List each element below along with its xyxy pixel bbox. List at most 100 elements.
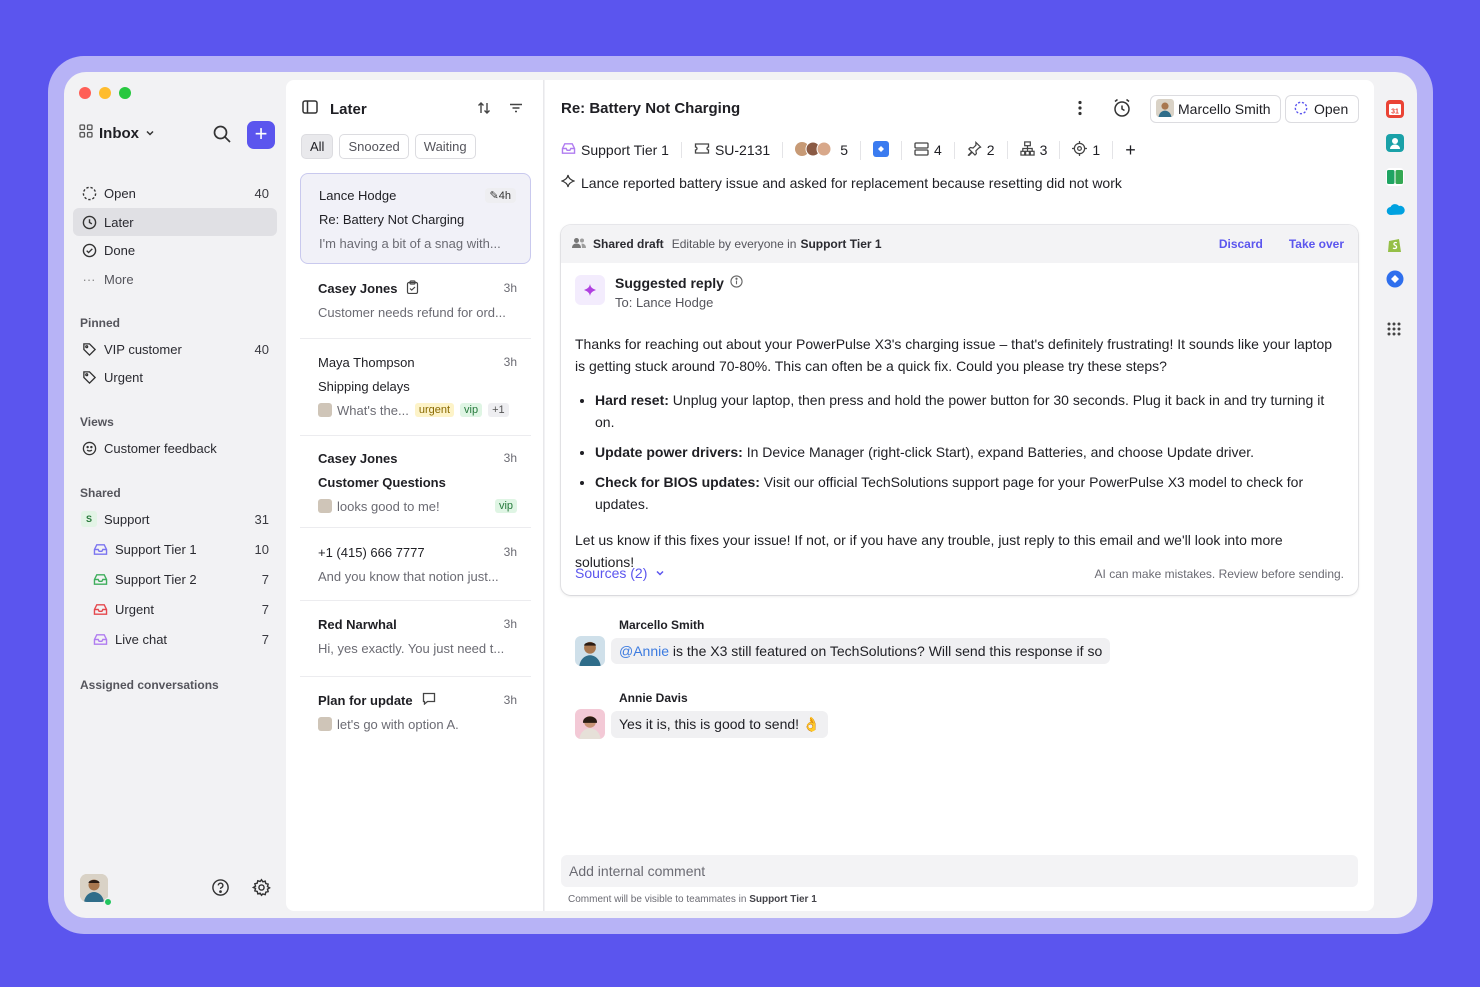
meta-pins-count: 2	[986, 142, 995, 158]
nav-open[interactable]: Open 40	[73, 179, 277, 207]
nav-more[interactable]: ··· More	[73, 265, 277, 293]
draft-body[interactable]: Thanks for reaching out about your Power…	[575, 333, 1345, 573]
avatar	[1156, 98, 1174, 120]
internal-comment-input[interactable]: Add internal comment	[561, 855, 1358, 887]
shared-item-label: Support	[104, 511, 150, 527]
pinned-vip-customer[interactable]: VIP customer 40	[73, 335, 277, 363]
minimize-window-button[interactable]	[99, 87, 111, 99]
maximize-window-button[interactable]	[119, 87, 131, 99]
comment: Annie Davis Yes it is, this is good to s…	[575, 691, 829, 739]
meta-tree[interactable]: 3	[1008, 141, 1061, 159]
avatar	[318, 717, 332, 731]
sort-icon[interactable]	[476, 100, 492, 119]
close-window-button[interactable]	[79, 87, 91, 99]
meta-ticket[interactable]: SU-2131	[682, 142, 784, 158]
info-icon[interactable]	[730, 275, 743, 291]
user-avatar[interactable]	[80, 874, 108, 902]
step-title: Hard reset:	[595, 392, 669, 408]
nav-open-label: Open	[104, 185, 136, 201]
sidebar-toggle-icon[interactable]	[302, 100, 318, 118]
conversation-item[interactable]: Casey Jones 3h Customer needs refund for…	[300, 276, 531, 324]
inbox-switcher[interactable]: Inbox	[79, 124, 155, 142]
take-over-button[interactable]: Take over	[1289, 237, 1344, 251]
inbox-tray-icon	[92, 631, 108, 647]
search-icon[interactable]	[212, 124, 234, 146]
nav-later[interactable]: Later	[73, 208, 277, 236]
conversation-time: 3h	[503, 281, 517, 295]
help-icon[interactable]	[211, 878, 230, 900]
server-icon	[914, 141, 929, 159]
conversation-name: Casey Jones	[318, 280, 398, 296]
contacts-app-icon[interactable]	[1386, 134, 1404, 152]
tab-snoozed[interactable]: Snoozed	[339, 134, 409, 159]
shared-support-tier-1[interactable]: Support Tier 1 10	[84, 535, 277, 563]
conversation-item[interactable]: Red Narwhal 3h Hi, yes exactly. You just…	[300, 612, 531, 660]
pinned-section-title: Pinned	[80, 316, 121, 330]
list-divider	[300, 338, 531, 339]
conversation-item[interactable]: Maya Thompson 3h Shipping delays What's …	[300, 350, 531, 422]
conversation-subject: Shipping delays	[318, 378, 410, 394]
assignee-button[interactable]: Marcello Smith	[1150, 95, 1281, 123]
meta-ticket-label: SU-2131	[714, 142, 771, 158]
conversation-detail-panel: Re: Battery Not Charging Marcello Smith …	[545, 80, 1374, 911]
shared-item-count: 7	[261, 601, 269, 617]
settings-gear-icon[interactable]	[251, 878, 271, 900]
sheets-app-icon[interactable]	[1386, 168, 1404, 186]
salesforce-app-icon[interactable]	[1386, 202, 1405, 220]
status-button[interactable]: Open	[1285, 95, 1360, 123]
alarm-clock-icon[interactable]	[1112, 98, 1132, 121]
shared-item-count: 7	[261, 571, 269, 587]
integration-app-icon[interactable]	[1386, 270, 1404, 288]
sources-toggle[interactable]: Sources (2)	[575, 565, 665, 581]
dashed-circle-icon	[1294, 101, 1308, 118]
sparkle-icon	[560, 174, 576, 191]
more-options-icon[interactable]	[1078, 100, 1082, 119]
ai-summary: Lance reported battery issue and asked f…	[560, 174, 1122, 191]
conversation-item[interactable]: Casey Jones 3h Customer Questions looks …	[300, 446, 531, 518]
pinned-urgent[interactable]: Urgent	[73, 363, 277, 391]
meta-links[interactable]: 4	[902, 141, 955, 159]
meta-pins[interactable]: 2	[955, 140, 1008, 159]
filter-icon[interactable]	[508, 100, 524, 119]
new-conversation-button[interactable]: +	[247, 121, 275, 149]
add-meta-button[interactable]: +	[1113, 140, 1148, 161]
shared-support-tier-2[interactable]: Support Tier 2 7	[84, 565, 277, 593]
view-customer-feedback[interactable]: Customer feedback	[73, 434, 277, 462]
comment: Marcello Smith @Annie is the X3 still fe…	[575, 618, 1111, 666]
conversation-item-selected[interactable]: Lance Hodge ✎4h Re: Battery Not Charging…	[300, 173, 531, 264]
meta-participants[interactable]: 5	[783, 140, 861, 160]
support-badge-icon: S	[81, 511, 97, 527]
meta-links-count: 4	[934, 142, 942, 158]
sources-label: Sources (2)	[575, 565, 648, 581]
suggested-reply-title: Suggested reply	[615, 275, 724, 291]
hierarchy-icon	[1019, 141, 1035, 159]
tag-urgent: urgent	[414, 403, 455, 417]
nav-done[interactable]: Done	[73, 236, 277, 264]
shared-support[interactable]: S Support 31	[73, 505, 277, 533]
shared-urgent[interactable]: Urgent 7	[84, 595, 277, 623]
shopify-app-icon[interactable]	[1386, 236, 1404, 254]
meta-integration[interactable]	[861, 140, 902, 160]
conversation-preview: let's go with option A.	[337, 716, 459, 732]
discard-button[interactable]: Discard	[1219, 237, 1263, 251]
mention-link[interactable]: @Annie	[619, 643, 669, 659]
conversation-item[interactable]: Plan for update 3h let's go with option …	[300, 688, 531, 736]
calendar-app-icon[interactable]: 31	[1386, 100, 1404, 118]
clipboard-icon	[406, 279, 419, 297]
tab-waiting[interactable]: Waiting	[414, 134, 476, 159]
meta-participants-count: 5	[840, 142, 848, 158]
conversation-meta-bar: Support Tier 1 SU-2131 5 4 2 3 1 +	[561, 138, 1148, 162]
meta-targets[interactable]: 1	[1060, 141, 1114, 159]
tab-all[interactable]: All	[301, 134, 334, 159]
list-divider	[300, 527, 531, 528]
shared-live-chat[interactable]: Live chat 7	[84, 625, 277, 653]
draft-intro: Thanks for reaching out about your Power…	[575, 336, 1333, 374]
step-text: In Device Manager (right-click Start), e…	[742, 444, 1255, 460]
meta-team[interactable]: Support Tier 1	[561, 142, 682, 158]
conversation-item[interactable]: +1 (415) 666 7777 3h And you know that n…	[300, 540, 531, 588]
list-divider	[300, 435, 531, 436]
apps-grid-icon[interactable]	[1386, 321, 1404, 339]
grid-icon	[79, 124, 93, 142]
chat-bubble-icon	[422, 692, 436, 708]
meta-team-label: Support Tier 1	[581, 142, 669, 158]
